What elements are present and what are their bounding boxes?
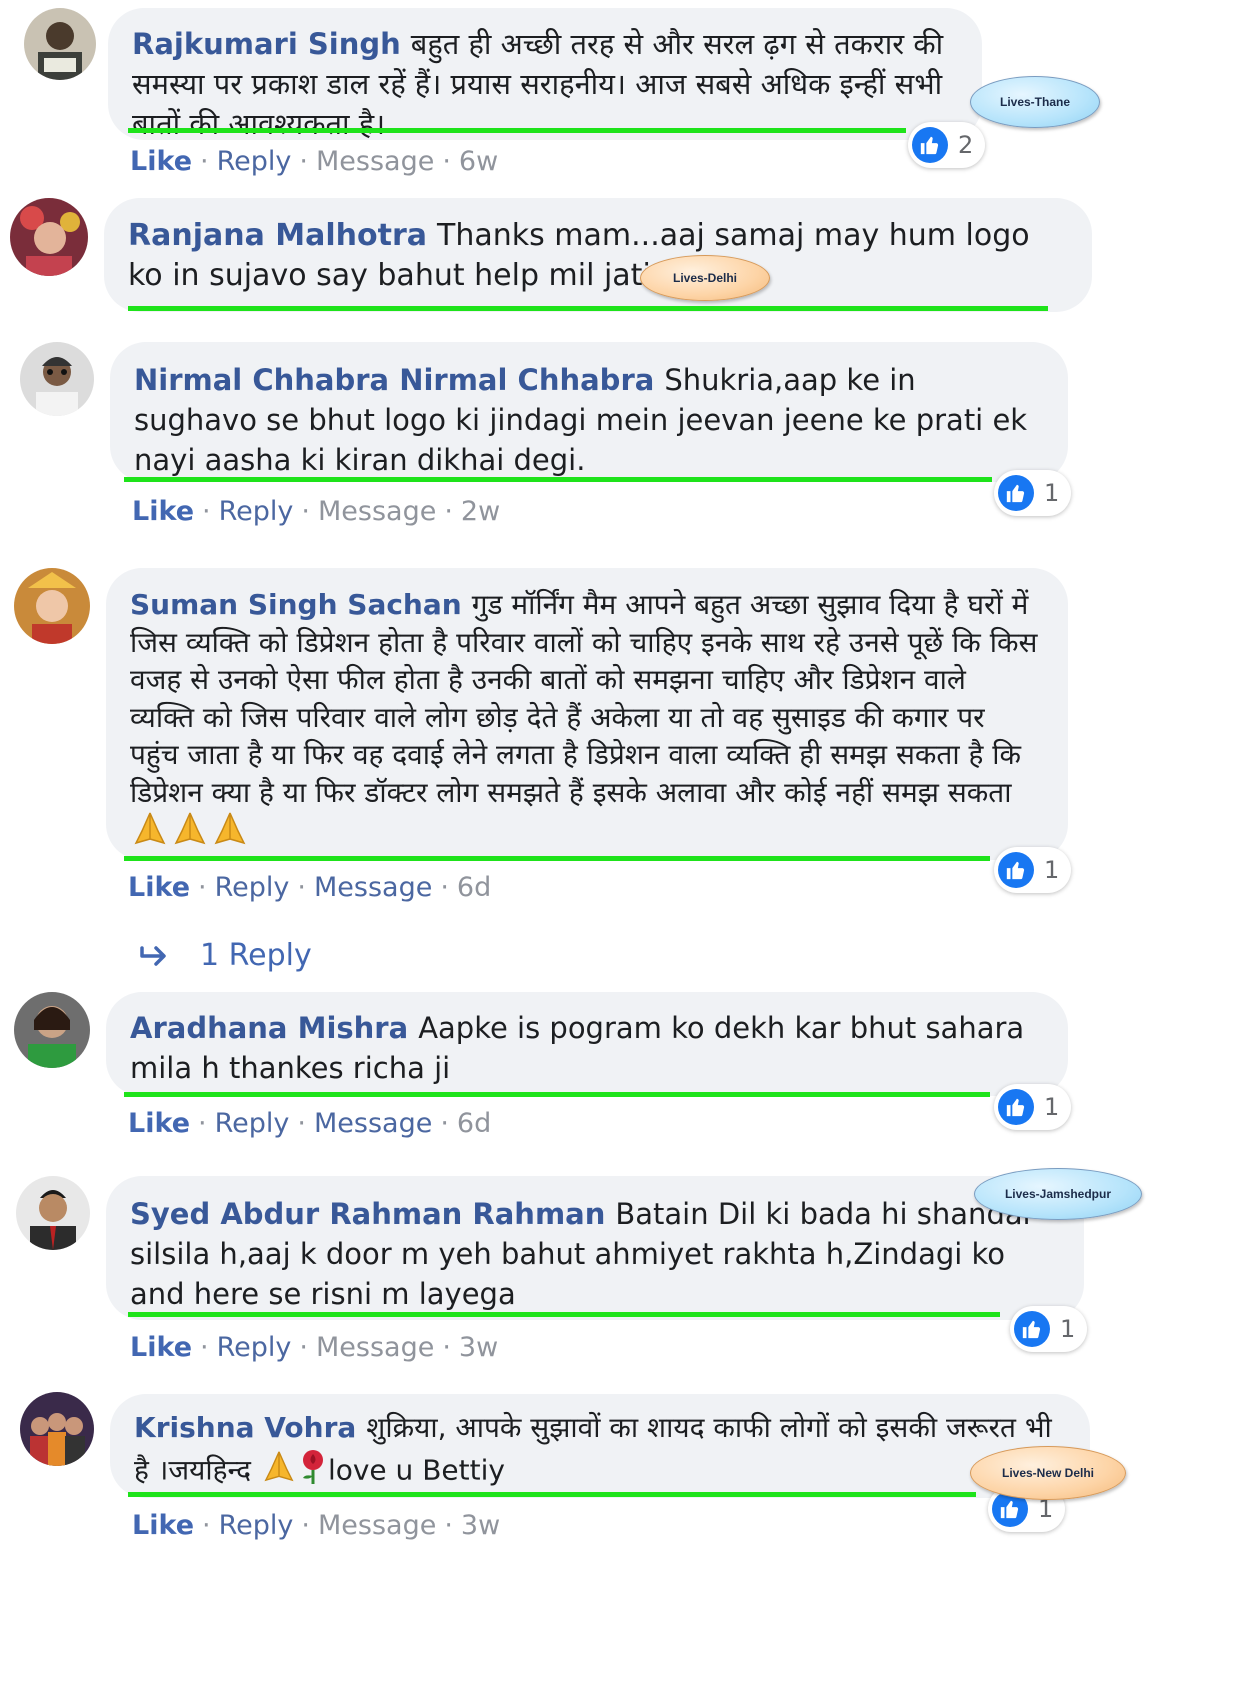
thumbs-up-icon: [998, 1089, 1034, 1125]
avatar[interactable]: [10, 198, 88, 276]
timestamp[interactable]: 6d: [457, 872, 491, 903]
like-button[interactable]: Like: [130, 146, 192, 177]
view-replies-link[interactable]: 1 Reply: [140, 938, 312, 973]
timestamp[interactable]: 3w: [459, 1332, 498, 1363]
comment-bubble: Rajkumari Singh बहुत ही अच्छी तरह से और स…: [108, 8, 982, 141]
location-tag: Lives-Thane: [970, 76, 1100, 128]
highlight-underline: [128, 128, 906, 133]
comment-author[interactable]: Aradhana Mishra: [130, 1011, 408, 1045]
comment-text-tail: love u Bettiy: [327, 1453, 505, 1487]
comment-bubble: Krishna Vohra शुक्रिया, आपके सुझावों का श…: [110, 1394, 1090, 1498]
timestamp[interactable]: 2w: [461, 496, 500, 527]
highlight-underline: [128, 306, 1048, 311]
comment-bubble: Nirmal Chhabra Nirmal Chhabra Shukria,aap…: [110, 342, 1068, 482]
comment-actions: Like · Reply · Message · 3w: [132, 1510, 501, 1541]
highlight-underline: [128, 1492, 976, 1497]
comment-actions: Like · Reply · Message · 6d: [128, 1108, 492, 1139]
like-button[interactable]: Like: [128, 1108, 190, 1139]
reply-button[interactable]: Reply: [219, 496, 294, 527]
timestamp[interactable]: 6w: [459, 146, 498, 177]
reaction-count[interactable]: 1: [1010, 1306, 1088, 1352]
comment-actions: Like · Reply · Message · 6d: [128, 872, 492, 903]
comment-bubble: Aradhana Mishra Aapke is pogram ko dekh k…: [106, 992, 1068, 1096]
reply-button[interactable]: Reply: [215, 872, 290, 903]
avatar[interactable]: [20, 1392, 94, 1466]
highlight-underline: [124, 1092, 990, 1097]
comment-bubble: Syed Abdur Rahman Rahman Batain Dil ki ba…: [106, 1176, 1084, 1320]
timestamp[interactable]: 3w: [461, 1510, 500, 1541]
message-button[interactable]: Message: [318, 496, 436, 527]
message-button[interactable]: Message: [314, 1108, 432, 1139]
like-button[interactable]: Like: [132, 496, 194, 527]
avatar[interactable]: [24, 8, 96, 80]
reply-button[interactable]: Reply: [219, 1510, 294, 1541]
comment-author[interactable]: Krishna Vohra: [134, 1411, 356, 1444]
comment-author[interactable]: Nirmal Chhabra Nirmal Chhabra: [134, 363, 654, 397]
timestamp[interactable]: 6d: [457, 1108, 491, 1139]
avatar[interactable]: [16, 1176, 90, 1250]
thumbs-up-icon: [998, 475, 1034, 511]
folded-hands-icon: [260, 1450, 298, 1493]
reaction-count[interactable]: 2: [908, 122, 986, 168]
folded-hands-icon: [210, 811, 250, 855]
location-tag: Lives-Delhi: [640, 255, 770, 301]
like-button[interactable]: Like: [130, 1332, 192, 1363]
comment-author[interactable]: Syed Abdur Rahman Rahman: [130, 1197, 605, 1231]
like-button[interactable]: Like: [132, 1510, 194, 1541]
reply-button[interactable]: Reply: [217, 146, 292, 177]
comment-bubble: Suman Singh Sachan गुड मॉर्निंग मैम आपने …: [106, 568, 1068, 860]
highlight-underline: [124, 856, 990, 861]
message-button[interactable]: Message: [318, 1510, 436, 1541]
location-tag: Lives-New Delhi: [970, 1446, 1126, 1500]
comment-author[interactable]: Rajkumari Singh: [132, 27, 401, 61]
comment-actions: Like · Reply · Message · 6w: [130, 146, 499, 177]
avatar[interactable]: [14, 992, 90, 1068]
message-button[interactable]: Message: [316, 1332, 434, 1363]
reaction-count[interactable]: 1: [994, 1084, 1072, 1130]
comment-bubble: Ranjana Malhotra Thanks mam...aaj samaj m…: [104, 198, 1092, 312]
location-tag: Lives-Jamshedpur: [974, 1168, 1142, 1220]
comment-actions: Like · Reply · Message · 2w: [132, 496, 501, 527]
rose-icon: [298, 1448, 328, 1495]
comment-author[interactable]: Ranjana Malhotra: [128, 218, 427, 253]
reaction-count[interactable]: 1: [994, 470, 1072, 516]
highlight-underline: [124, 477, 992, 482]
message-button[interactable]: Message: [316, 146, 434, 177]
folded-hands-icon: [170, 811, 210, 855]
highlight-underline: [128, 1312, 1000, 1317]
thumbs-up-icon: [912, 127, 948, 163]
message-button[interactable]: Message: [314, 872, 432, 903]
avatar[interactable]: [14, 568, 90, 644]
reply-button[interactable]: Reply: [215, 1108, 290, 1139]
like-button[interactable]: Like: [128, 872, 190, 903]
comment-author[interactable]: Suman Singh Sachan: [130, 588, 462, 621]
thumbs-up-icon: [998, 852, 1034, 888]
thumbs-up-icon: [1014, 1311, 1050, 1347]
reply-button[interactable]: Reply: [217, 1332, 292, 1363]
comment-text: गुड मॉर्निंग मैम आपने बहुत अच्छा सुझाव द…: [130, 588, 1038, 809]
reply-arrow-icon: [140, 945, 166, 966]
avatar[interactable]: [20, 342, 94, 416]
comment-actions: Like · Reply · Message · 3w: [130, 1332, 499, 1363]
folded-hands-icon: [130, 811, 170, 855]
reaction-count[interactable]: 1: [994, 847, 1072, 893]
